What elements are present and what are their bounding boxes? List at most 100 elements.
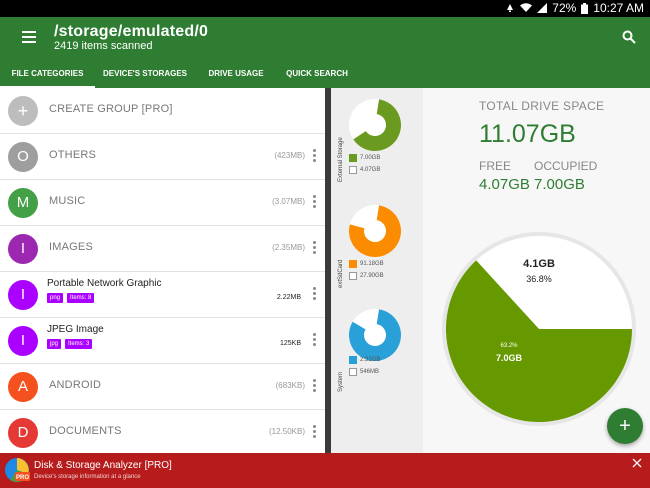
more-vert-icon[interactable] bbox=[313, 149, 316, 164]
category-row-android[interactable]: A ANDROID (683KB) bbox=[0, 364, 325, 410]
battery-icon bbox=[581, 2, 589, 14]
more-vert-icon[interactable] bbox=[313, 379, 316, 394]
filetype-avatar: I bbox=[8, 280, 38, 310]
add-fab-button[interactable]: + bbox=[607, 408, 643, 444]
drive-usage-pie: 4.1GB 36.8% 63.2% 7.0GB bbox=[442, 232, 636, 426]
storage-name: extSdCard bbox=[338, 259, 344, 288]
storage-card-external[interactable]: External Storage 7.00GB 4.07GB bbox=[331, 88, 423, 198]
category-label: MUSIC bbox=[49, 195, 86, 207]
clock: 10:27 AM bbox=[593, 1, 644, 15]
pie-free-percent: 36.8% bbox=[526, 274, 552, 284]
create-group-row[interactable]: + CREATE GROUP [PRO] bbox=[0, 88, 325, 134]
storage-name: System bbox=[338, 371, 344, 392]
more-vert-icon[interactable] bbox=[313, 333, 316, 348]
category-size: (12.50KB) bbox=[268, 427, 305, 436]
legend-free-swatch bbox=[349, 272, 357, 280]
storage-card-extsdcard[interactable]: extSdCard 91.18GB 27.90GB bbox=[331, 194, 423, 304]
pie-free-size: 4.1GB bbox=[523, 258, 555, 270]
total-drive-space-label: TOTAL DRIVE SPACE bbox=[479, 99, 605, 113]
category-row-others[interactable]: O OTHERS (423MB) bbox=[0, 134, 325, 180]
legend-used-swatch bbox=[349, 260, 357, 268]
more-vert-icon[interactable] bbox=[313, 195, 316, 210]
filetype-count-tag: Items: 3 bbox=[65, 339, 93, 349]
storage-free: 4.07GB bbox=[360, 167, 381, 173]
filetype-title: JPEG Image bbox=[47, 324, 104, 335]
pro-badge: PRO bbox=[16, 475, 29, 481]
category-row-documents[interactable]: D DOCUMENTS (12.50KB) bbox=[0, 410, 325, 453]
add-icon: + bbox=[8, 96, 38, 126]
legend-used-swatch bbox=[349, 356, 357, 364]
category-avatar: M bbox=[8, 188, 38, 218]
wifi-icon bbox=[520, 3, 533, 12]
storage-donut bbox=[349, 205, 401, 257]
filetype-size: 2.22MB bbox=[276, 294, 301, 301]
tab-bar: FILE CATEGORIES DEVICE'S STORAGES DRIVE … bbox=[0, 65, 650, 88]
category-label: DOCUMENTS bbox=[49, 425, 122, 437]
pie-used-percent: 63.2% bbox=[500, 343, 518, 349]
free-label: FREE bbox=[479, 159, 512, 173]
category-label: OTHERS bbox=[49, 149, 97, 161]
filetype-count-tag: Items: 8 bbox=[67, 293, 95, 303]
occupied-value: 7.00GB bbox=[534, 176, 585, 193]
donut-hole bbox=[366, 326, 384, 344]
current-path: /storage/emulated/0 bbox=[54, 23, 209, 40]
category-size: (683KB) bbox=[275, 381, 305, 390]
storage-free: 27.90GB bbox=[360, 273, 384, 279]
filetype-avatar: I bbox=[8, 326, 38, 356]
storage-name: External Storage bbox=[338, 137, 344, 182]
category-label: CREATE GROUP [PRO] bbox=[49, 103, 173, 115]
category-row-images[interactable]: I IMAGES (2.35MB) bbox=[0, 226, 325, 272]
storage-card-system[interactable]: System 2.32GB 546MB bbox=[331, 298, 423, 408]
ad-banner[interactable]: PRO Disk & Storage Analyzer [PRO] Device… bbox=[0, 453, 650, 488]
category-avatar: I bbox=[8, 234, 38, 264]
more-vert-icon[interactable] bbox=[313, 287, 316, 302]
legend-free-swatch bbox=[349, 166, 357, 174]
scanned-count: 2419 items scanned bbox=[54, 40, 153, 52]
status-bar: 72% 10:27 AM bbox=[0, 0, 650, 17]
filetype-row-png[interactable]: I Portable Network Graphic png Items: 8 … bbox=[0, 272, 325, 318]
storage-used: 91.18GB bbox=[360, 261, 384, 267]
app-bar: /storage/emulated/0 2419 items scanned F… bbox=[0, 17, 650, 88]
category-label: ANDROID bbox=[49, 379, 102, 391]
category-size: (2.35MB) bbox=[272, 243, 305, 252]
search-icon[interactable] bbox=[622, 30, 636, 44]
close-icon[interactable] bbox=[632, 458, 642, 468]
storage-free: 546MB bbox=[360, 369, 380, 375]
file-category-list: + CREATE GROUP [PRO] O OTHERS (423MB) M … bbox=[0, 88, 325, 453]
storage-used: 2.32GB bbox=[360, 357, 381, 363]
total-drive-space-value: 11.07GB bbox=[479, 120, 576, 148]
menu-icon[interactable] bbox=[22, 31, 36, 43]
storage-donut bbox=[349, 309, 401, 361]
ad-title: Disk & Storage Analyzer [PRO] bbox=[34, 460, 172, 471]
filetype-row-jpg[interactable]: I JPEG Image jpg Items: 3 125KB bbox=[0, 318, 325, 364]
signal-icon bbox=[537, 3, 548, 13]
more-vert-icon[interactable] bbox=[313, 241, 316, 256]
category-row-music[interactable]: M MUSIC (3.07MB) bbox=[0, 180, 325, 226]
category-size: (3.07MB) bbox=[272, 197, 305, 206]
ad-subtitle: Device's storage information at a glance bbox=[34, 474, 141, 480]
filetype-extension-tag: png bbox=[47, 293, 64, 303]
filetype-size: 125KB bbox=[279, 340, 301, 347]
tab-devices-storages[interactable]: DEVICE'S STORAGES bbox=[95, 65, 195, 88]
alarm-icon bbox=[507, 4, 514, 12]
category-label: IMAGES bbox=[49, 241, 93, 253]
tab-file-categories[interactable]: FILE CATEGORIES bbox=[0, 65, 95, 88]
filetype-extension-tag: jpg bbox=[47, 339, 62, 349]
storage-used: 7.00GB bbox=[360, 155, 381, 161]
app-logo-icon: PRO bbox=[5, 458, 30, 483]
tab-quick-search[interactable]: QUICK SEARCH bbox=[277, 65, 357, 88]
storage-donut bbox=[349, 99, 401, 151]
legend-used-swatch bbox=[349, 154, 357, 162]
tab-drive-usage[interactable]: DRIVE USAGE bbox=[195, 65, 277, 88]
filetype-title: Portable Network Graphic bbox=[47, 278, 162, 289]
donut-hole bbox=[366, 222, 384, 240]
occupied-label: OCCUPIED bbox=[534, 159, 598, 173]
donut-hole bbox=[366, 116, 384, 134]
category-size: (423MB) bbox=[274, 151, 305, 160]
pie-used-size: 7.0GB bbox=[496, 353, 523, 363]
legend-free-swatch bbox=[349, 368, 357, 376]
category-avatar: A bbox=[8, 372, 38, 402]
storage-list: External Storage 7.00GB 4.07GB extSdCard… bbox=[331, 88, 423, 453]
more-vert-icon[interactable] bbox=[313, 425, 316, 440]
battery-percent: 72% bbox=[552, 1, 577, 15]
